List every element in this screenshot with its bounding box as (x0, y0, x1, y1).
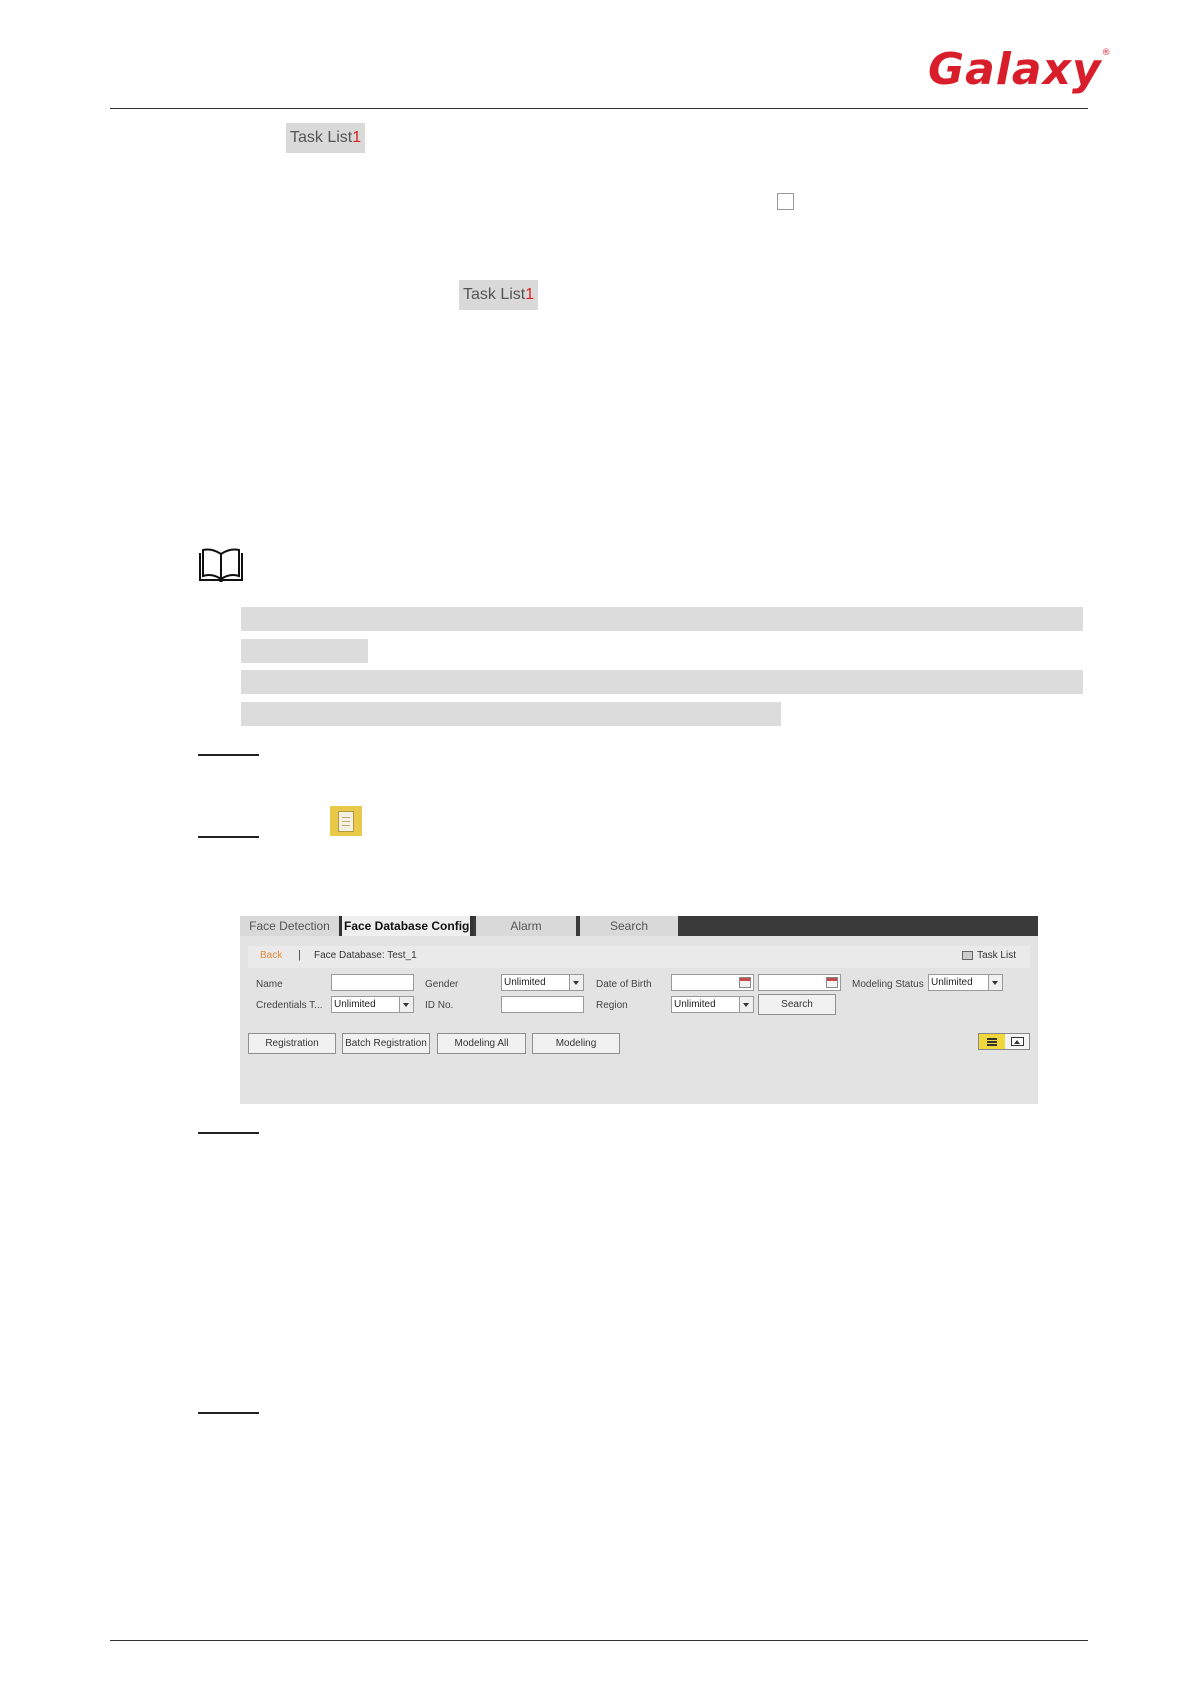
header-rule (110, 108, 1088, 109)
tab-bar: Face Detection Face Database Config Alar… (240, 916, 1038, 936)
chevron-down-icon (399, 997, 413, 1012)
view-toggle (978, 1033, 1030, 1050)
gender-label: Gender (425, 979, 459, 990)
modeling-status-select[interactable]: Unlimited (928, 974, 1003, 991)
step-marker (198, 1412, 259, 1414)
note-line (241, 639, 368, 663)
chevron-down-icon (739, 997, 753, 1012)
credentials-label: Credentials T... (256, 1000, 323, 1011)
notebook-icon (330, 806, 362, 836)
tab-face-database-config[interactable]: Face Database Config (339, 916, 473, 936)
gender-select[interactable]: Unlimited (501, 974, 584, 991)
search-button[interactable]: Search (758, 994, 836, 1015)
checkbox-icon (777, 193, 794, 210)
step-marker (198, 1132, 259, 1134)
breadcrumb: Back | Face Database: Test_1 Task List (248, 946, 1030, 968)
list-view-icon[interactable] (979, 1034, 1005, 1049)
credentials-select[interactable]: Unlimited (331, 996, 414, 1013)
breadcrumb-separator: | (298, 949, 301, 961)
modeling-all-button[interactable]: Modeling All (437, 1033, 526, 1054)
dob-start-input[interactable] (671, 974, 754, 991)
modeling-button[interactable]: Modeling (532, 1033, 620, 1054)
id-no-input[interactable] (501, 996, 584, 1013)
id-no-label: ID No. (425, 1000, 454, 1011)
name-label: Name (256, 979, 283, 990)
calendar-icon[interactable] (826, 977, 838, 988)
batch-registration-button[interactable]: Batch Registration (342, 1033, 430, 1054)
step-marker (198, 836, 259, 838)
task-list-icon (962, 950, 974, 960)
tab-face-detection[interactable]: Face Detection (240, 916, 339, 936)
note-line (241, 702, 781, 726)
chevron-down-icon (988, 975, 1002, 990)
footer-rule (110, 1640, 1088, 1641)
note-line (241, 670, 1083, 694)
tab-search[interactable]: Search (580, 916, 678, 936)
task-list-link[interactable]: Task List (962, 950, 1016, 961)
task-list-chip-1: Task List1 (286, 123, 366, 153)
image-view-icon[interactable] (1011, 1037, 1024, 1046)
dob-end-input[interactable] (758, 974, 841, 991)
modeling-status-label: Modeling Status (852, 979, 924, 990)
chevron-down-icon (569, 975, 583, 990)
step-marker (198, 754, 259, 756)
region-label: Region (596, 1000, 628, 1011)
registration-button[interactable]: Registration (248, 1033, 336, 1054)
note-line (241, 607, 1083, 631)
book-icon (199, 548, 243, 582)
galaxy-logo: Galaxy® (928, 44, 1112, 95)
back-link[interactable]: Back (260, 950, 282, 961)
face-database-screenshot: Face Detection Face Database Config Alar… (240, 916, 1038, 1104)
dob-label: Date of Birth (596, 979, 652, 990)
calendar-icon[interactable] (739, 977, 751, 988)
region-select[interactable]: Unlimited (671, 996, 754, 1013)
name-input[interactable] (331, 974, 414, 991)
tab-alarm[interactable]: Alarm (476, 916, 576, 936)
task-list-chip-2: Task List1 (459, 280, 539, 310)
database-name: Face Database: Test_1 (314, 950, 417, 961)
